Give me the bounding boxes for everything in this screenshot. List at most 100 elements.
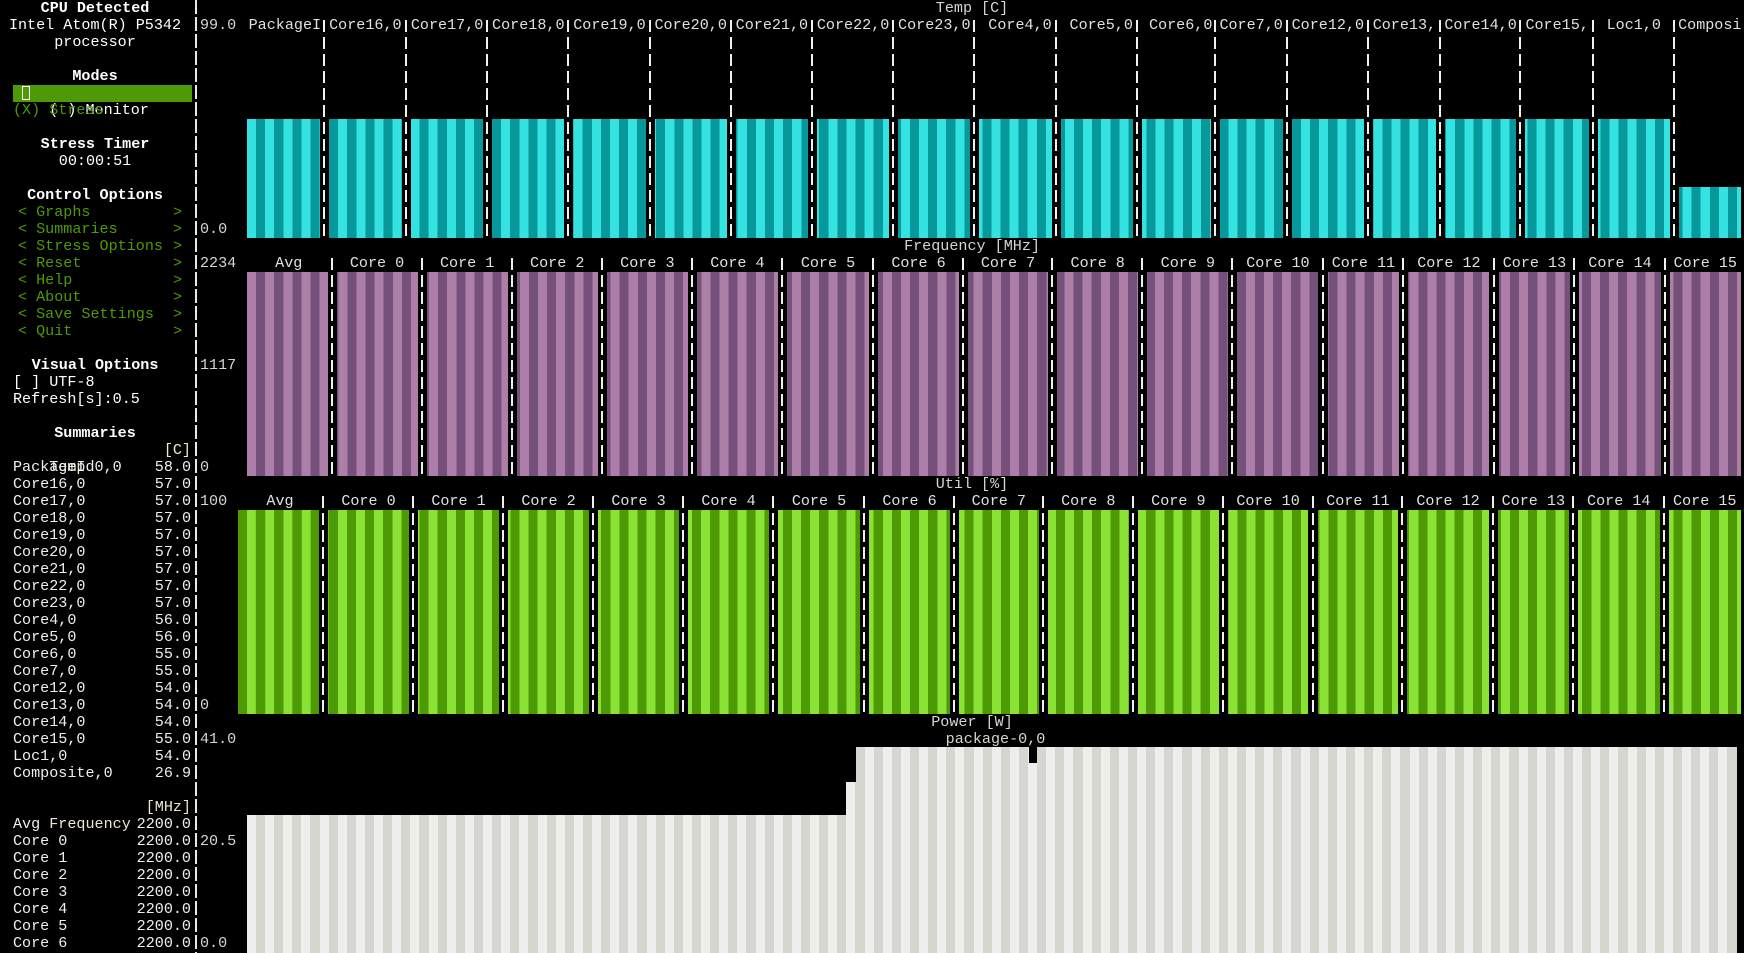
control-option-label: Reset: [36, 254, 82, 272]
summary-name: Core5,0: [13, 628, 77, 646]
summary-row: Core6,0 55.0: [13, 646, 191, 663]
cpu-detected-title: CPU Detected: [40, 0, 150, 17]
summary-value: 55.0: [154, 645, 191, 663]
util-graph-separator: [1221, 493, 1224, 714]
summary-value: 54.0: [154, 679, 191, 697]
freq-graph-separator: [1492, 255, 1495, 476]
control-option-graphs[interactable]: < Graphs >: [18, 204, 182, 221]
summary-row: Core20,0 57.0: [13, 544, 191, 561]
util-graph-separator: [953, 493, 955, 714]
temp-graph-separator: [648, 17, 651, 238]
temp-bar: [979, 119, 1052, 238]
freq-graph-header: Core 14: [1588, 255, 1652, 272]
chevron-right-icon: >: [172, 288, 182, 306]
summary-name: Core 2: [13, 866, 68, 884]
util-graph-header: Core 2: [521, 493, 576, 510]
sidebar-divider[interactable]: [195, 0, 197, 953]
summary-value: 57.0: [154, 594, 191, 612]
util-graph-separator: [1311, 493, 1314, 714]
summary-row: Core 0 2200.0: [13, 833, 191, 850]
chevron-left-icon: <: [18, 237, 28, 255]
control-option-reset[interactable]: < Reset >: [18, 255, 182, 272]
util-bar: [1138, 510, 1219, 714]
mode-stress-radio[interactable]: (X) Stress: [13, 102, 104, 119]
util-bar: [1317, 510, 1399, 714]
summary-row: Core17,0 57.0: [13, 493, 191, 510]
refresh-rate-field[interactable]: Refresh[s]:0.5: [13, 391, 140, 408]
control-option-label: Stress Options: [36, 237, 163, 255]
util-graph-header: Core 9: [1151, 493, 1206, 510]
control-option-save-settings[interactable]: < Save Settings >: [18, 306, 182, 323]
chevron-left-icon: <: [18, 288, 28, 306]
summary-row: Core22,0 57.0: [13, 578, 191, 595]
control-option-label: Help: [36, 271, 73, 289]
power-graph-title: Power [W]: [931, 713, 1013, 731]
temp-graph-separator: [567, 17, 570, 238]
visual-options-title: Visual Options: [31, 356, 159, 374]
util-graph-separator: [1572, 493, 1574, 714]
temp-summary-unit: [C]: [163, 441, 191, 459]
freq-graph-header: Core 9: [1160, 255, 1216, 272]
util-graph-separator: [592, 493, 594, 714]
util-graph-separator: [412, 493, 414, 714]
summary-name: Core15,0: [13, 730, 86, 748]
summary-value: 55.0: [154, 662, 191, 680]
temp-graph-separator: [1672, 17, 1675, 238]
control-option-quit[interactable]: < Quit >: [18, 323, 182, 340]
util-graph-separator: [1491, 493, 1494, 714]
temp-graph-separator: [1054, 17, 1057, 238]
temp-graph-separator: [1519, 17, 1522, 238]
temp-graph-separator: [973, 17, 976, 238]
summary-row: Core 5 2200.0: [13, 918, 191, 935]
temp-bar: [654, 119, 727, 238]
summary-row: Composite,0 26.9: [13, 765, 191, 782]
utf8-checkbox[interactable]: [ ] UTF-8: [13, 374, 95, 391]
summary-row: Core 3 2200.0: [13, 884, 191, 901]
util-bar: [869, 510, 950, 714]
control-option-stress-options[interactable]: < Stress Options >: [18, 238, 182, 255]
summary-name: Core6,0: [13, 645, 77, 663]
util-graph-separator: [1132, 493, 1134, 714]
summary-row: Core 1 2200.0: [13, 850, 191, 867]
summary-value: 2200.0: [136, 883, 191, 901]
summaries-title: Summaries: [54, 424, 136, 442]
control-option-summaries[interactable]: < Summaries >: [18, 221, 182, 238]
summary-row: Core14,0 54.0: [13, 714, 191, 731]
summary-row: Core12,0 54.0: [13, 680, 191, 697]
temp-graph-header: Core17,0: [410, 17, 484, 34]
util-graph-header: Core 10: [1236, 493, 1300, 510]
mode-monitor-radio[interactable]: ( ) Monitor: [13, 85, 192, 119]
freq-bar: [247, 272, 328, 476]
summary-row: Core19,0 57.0: [13, 527, 191, 544]
control-option-about[interactable]: < About >: [18, 289, 182, 306]
control-option-help[interactable]: < Help >: [18, 272, 182, 289]
temp-bar: [1219, 119, 1283, 238]
util-bar: [418, 510, 499, 714]
util-graph-header: Core 0: [341, 493, 396, 510]
summary-value: 2200.0: [136, 832, 191, 850]
freq-graph-separator: [1663, 255, 1666, 476]
summary-value: 2200.0: [136, 934, 191, 952]
control-option-label: Quit: [36, 322, 73, 340]
summary-value: 2200.0: [136, 849, 191, 867]
temp-graph-header: Core19,0: [573, 17, 646, 34]
freq-ymid-label: 1117: [200, 356, 237, 374]
freq-graph-header: Core 12: [1417, 255, 1481, 272]
freq-graph-header: Core 10: [1246, 255, 1310, 272]
freq-graph-separator: [420, 255, 423, 476]
freq-bar: [1147, 272, 1229, 476]
chevron-left-icon: <: [18, 305, 28, 323]
util-bar: [328, 510, 409, 714]
temp-bar: [1444, 119, 1517, 238]
util-bar: [959, 510, 1039, 714]
temp-bar: [1525, 119, 1589, 238]
freq-summary-unit: [MHz]: [145, 798, 191, 816]
freq-bar: [1237, 272, 1319, 476]
util-graph-header: Core 14: [1587, 493, 1651, 510]
summary-name: Core23,0: [13, 594, 86, 612]
temp-graph-separator: [1213, 17, 1216, 238]
summary-name: Core19,0: [13, 526, 86, 544]
stress-timer-value: 00:00:51: [58, 152, 132, 170]
temp-graph-separator: [892, 17, 895, 238]
summary-name: Core18,0: [13, 509, 86, 527]
